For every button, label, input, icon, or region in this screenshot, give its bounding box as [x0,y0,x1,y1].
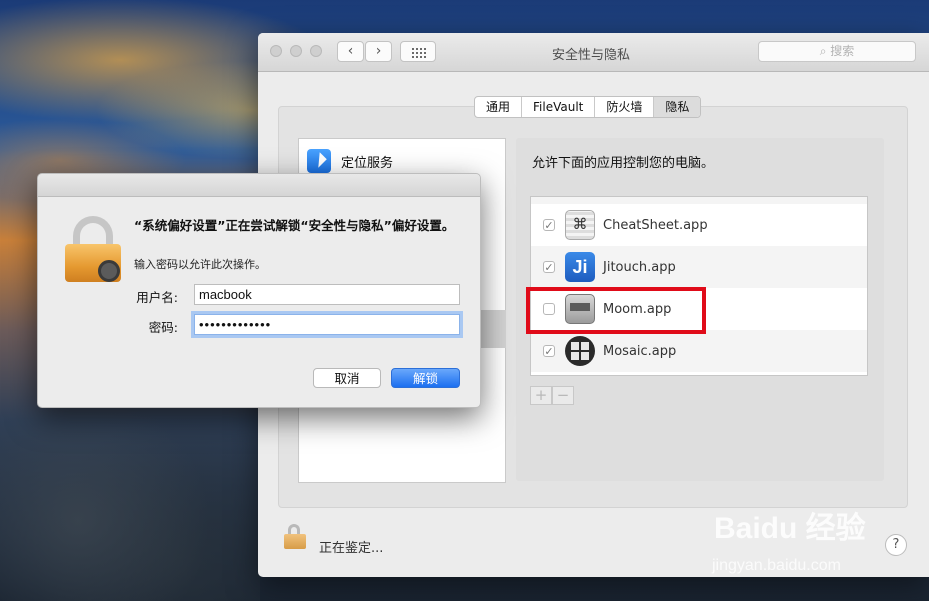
tab-firewall[interactable]: 防火墙 [595,97,655,117]
lock-icon[interactable] [284,524,306,549]
help-button[interactable]: ? [885,534,907,556]
close-button[interactable] [270,45,282,57]
dialog-titlebar [38,174,480,197]
search-icon: ⌕ [819,44,831,58]
app-checkbox[interactable]: ✓ [543,219,555,232]
app-row-mosaic[interactable]: ✓ Mosaic.app [531,330,867,372]
dialog-title: “系统偏好设置”正在尝试解锁“安全性与隐私”偏好设置。 [134,218,455,233]
gear-icon [98,260,120,282]
category-label: 定位服务 [341,155,394,171]
app-name: Mosaic.app [603,343,677,359]
jitouch-icon: Ji [565,252,595,282]
window-title: 安全性与隐私 [551,48,630,63]
watermark-url: jingyan.baidu.com [712,557,841,574]
add-app-button[interactable]: + [530,386,552,405]
app-row-jitouch[interactable]: ✓ Ji Jitouch.app [531,246,867,288]
dialog-subtitle: 输入密码以允许此次操作。 [134,258,266,271]
padlock-icon [65,216,121,282]
search-placeholder: 搜索 [830,44,855,58]
chevron-right-icon: › [375,43,382,59]
category-location-services[interactable]: 定位服务 [307,149,393,173]
tab-bar: 通用 FileVault 防火墙 隐私 [474,96,702,118]
tab-filevault[interactable]: FileVault [522,97,596,117]
tab-general[interactable]: 通用 [475,97,523,117]
chevron-left-icon: ‹ [347,43,354,59]
mosaic-icon [565,336,595,366]
tab-privacy[interactable]: 隐私 [654,97,701,117]
minimize-button[interactable] [290,45,302,57]
add-remove-buttons: + − [530,386,574,405]
username-field[interactable]: macbook [194,284,460,305]
password-field[interactable]: ••••••••••••• [194,314,460,335]
back-button[interactable]: ‹ [337,41,364,62]
app-name: CheatSheet.app [603,217,708,233]
app-row-cheatsheet[interactable]: ✓ ⌘ CheatSheet.app [531,204,867,246]
search-field[interactable]: ⌕ 搜索 [758,41,916,62]
permission-heading: 允许下面的应用控制您的电脑。 [532,156,715,171]
app-checkbox[interactable]: ✓ [543,345,555,358]
remove-app-button[interactable]: − [552,386,574,405]
app-list: ✓ ⌘ CheatSheet.app ✓ Ji Jitouch.app Moom… [530,196,868,376]
cheatsheet-icon: ⌘ [565,210,595,240]
cancel-button[interactable]: 取消 [313,368,381,388]
list-row-partial [531,197,867,204]
window-titlebar: ‹ › 安全性与隐私 ⌕ 搜索 [258,33,929,72]
app-name: Jitouch.app [603,259,676,275]
username-label: 用户名: [136,290,178,305]
app-checkbox[interactable]: ✓ [543,261,555,274]
auth-status-text: 正在鉴定... [319,541,384,556]
location-arrow-icon [307,149,331,173]
auth-dialog: “系统偏好设置”正在尝试解锁“安全性与隐私”偏好设置。 输入密码以允许此次操作。… [37,173,481,408]
highlight-annotation-box [526,287,706,334]
watermark-brand: Baidu 经验 [714,512,866,545]
unlock-button[interactable]: 解锁 [391,368,460,388]
show-all-button[interactable] [400,41,436,62]
password-label: 密码: [148,320,178,335]
wallpaper-rocks [0,401,260,601]
list-selection-edge [480,310,506,348]
zoom-button[interactable] [310,45,322,57]
forward-button[interactable]: › [365,41,392,62]
